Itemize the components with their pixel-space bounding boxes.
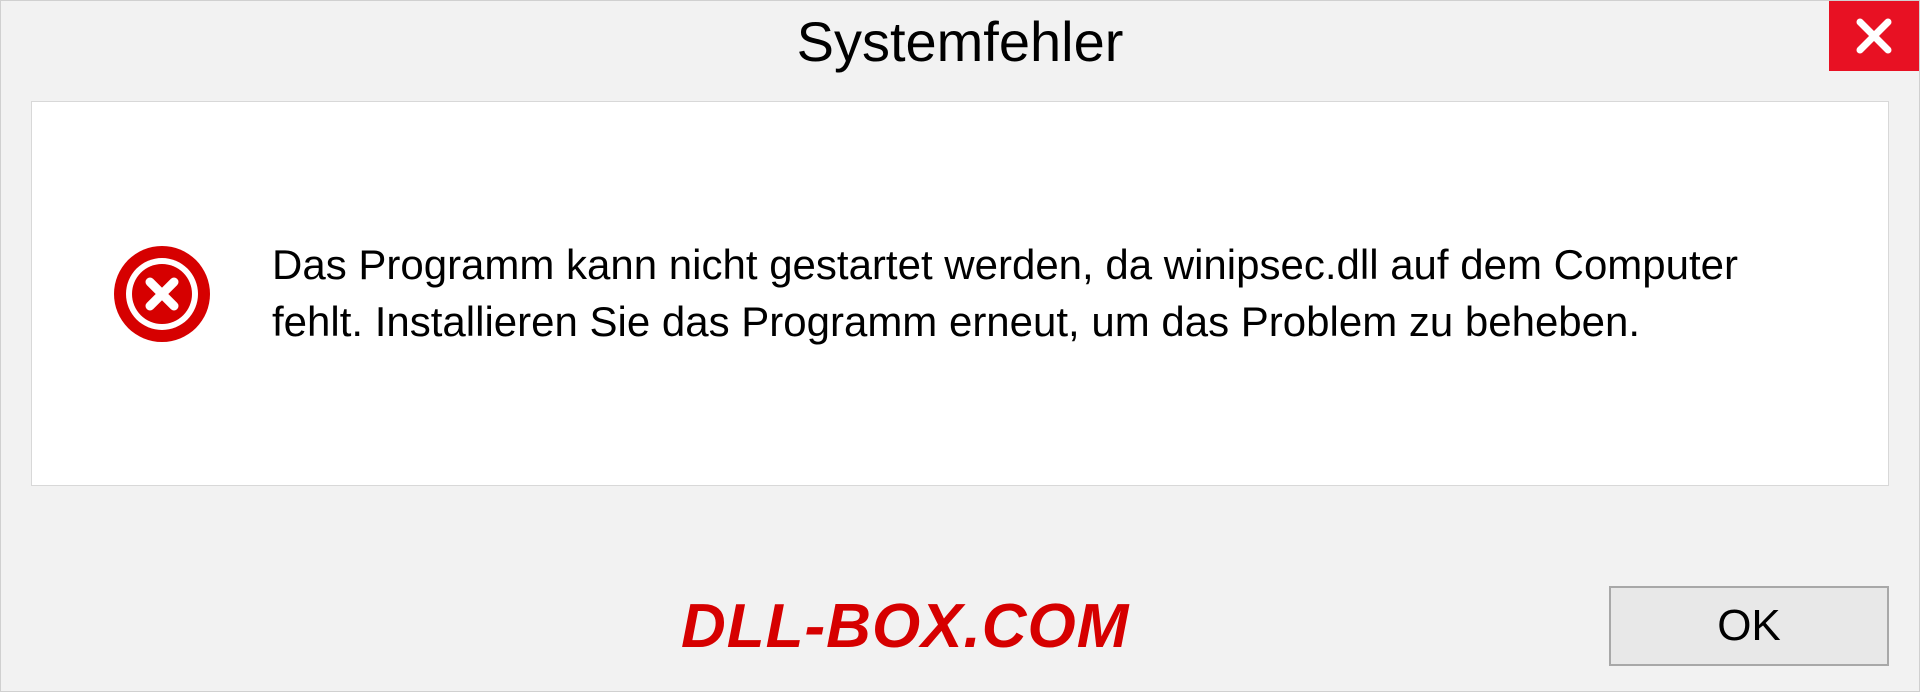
titlebar: Systemfehler	[1, 1, 1919, 81]
ok-button[interactable]: OK	[1609, 586, 1889, 666]
content-panel: Das Programm kann nicht gestartet werden…	[31, 101, 1889, 486]
close-icon	[1854, 16, 1894, 56]
watermark-text: DLL-BOX.COM	[681, 591, 1129, 662]
error-icon	[112, 244, 212, 344]
error-dialog: Systemfehler Das Programm kann nicht ges…	[0, 0, 1920, 692]
footer: DLL-BOX.COM OK	[31, 586, 1889, 666]
error-message: Das Programm kann nicht gestartet werden…	[272, 237, 1828, 350]
close-button[interactable]	[1829, 1, 1919, 71]
dialog-title: Systemfehler	[797, 9, 1124, 74]
